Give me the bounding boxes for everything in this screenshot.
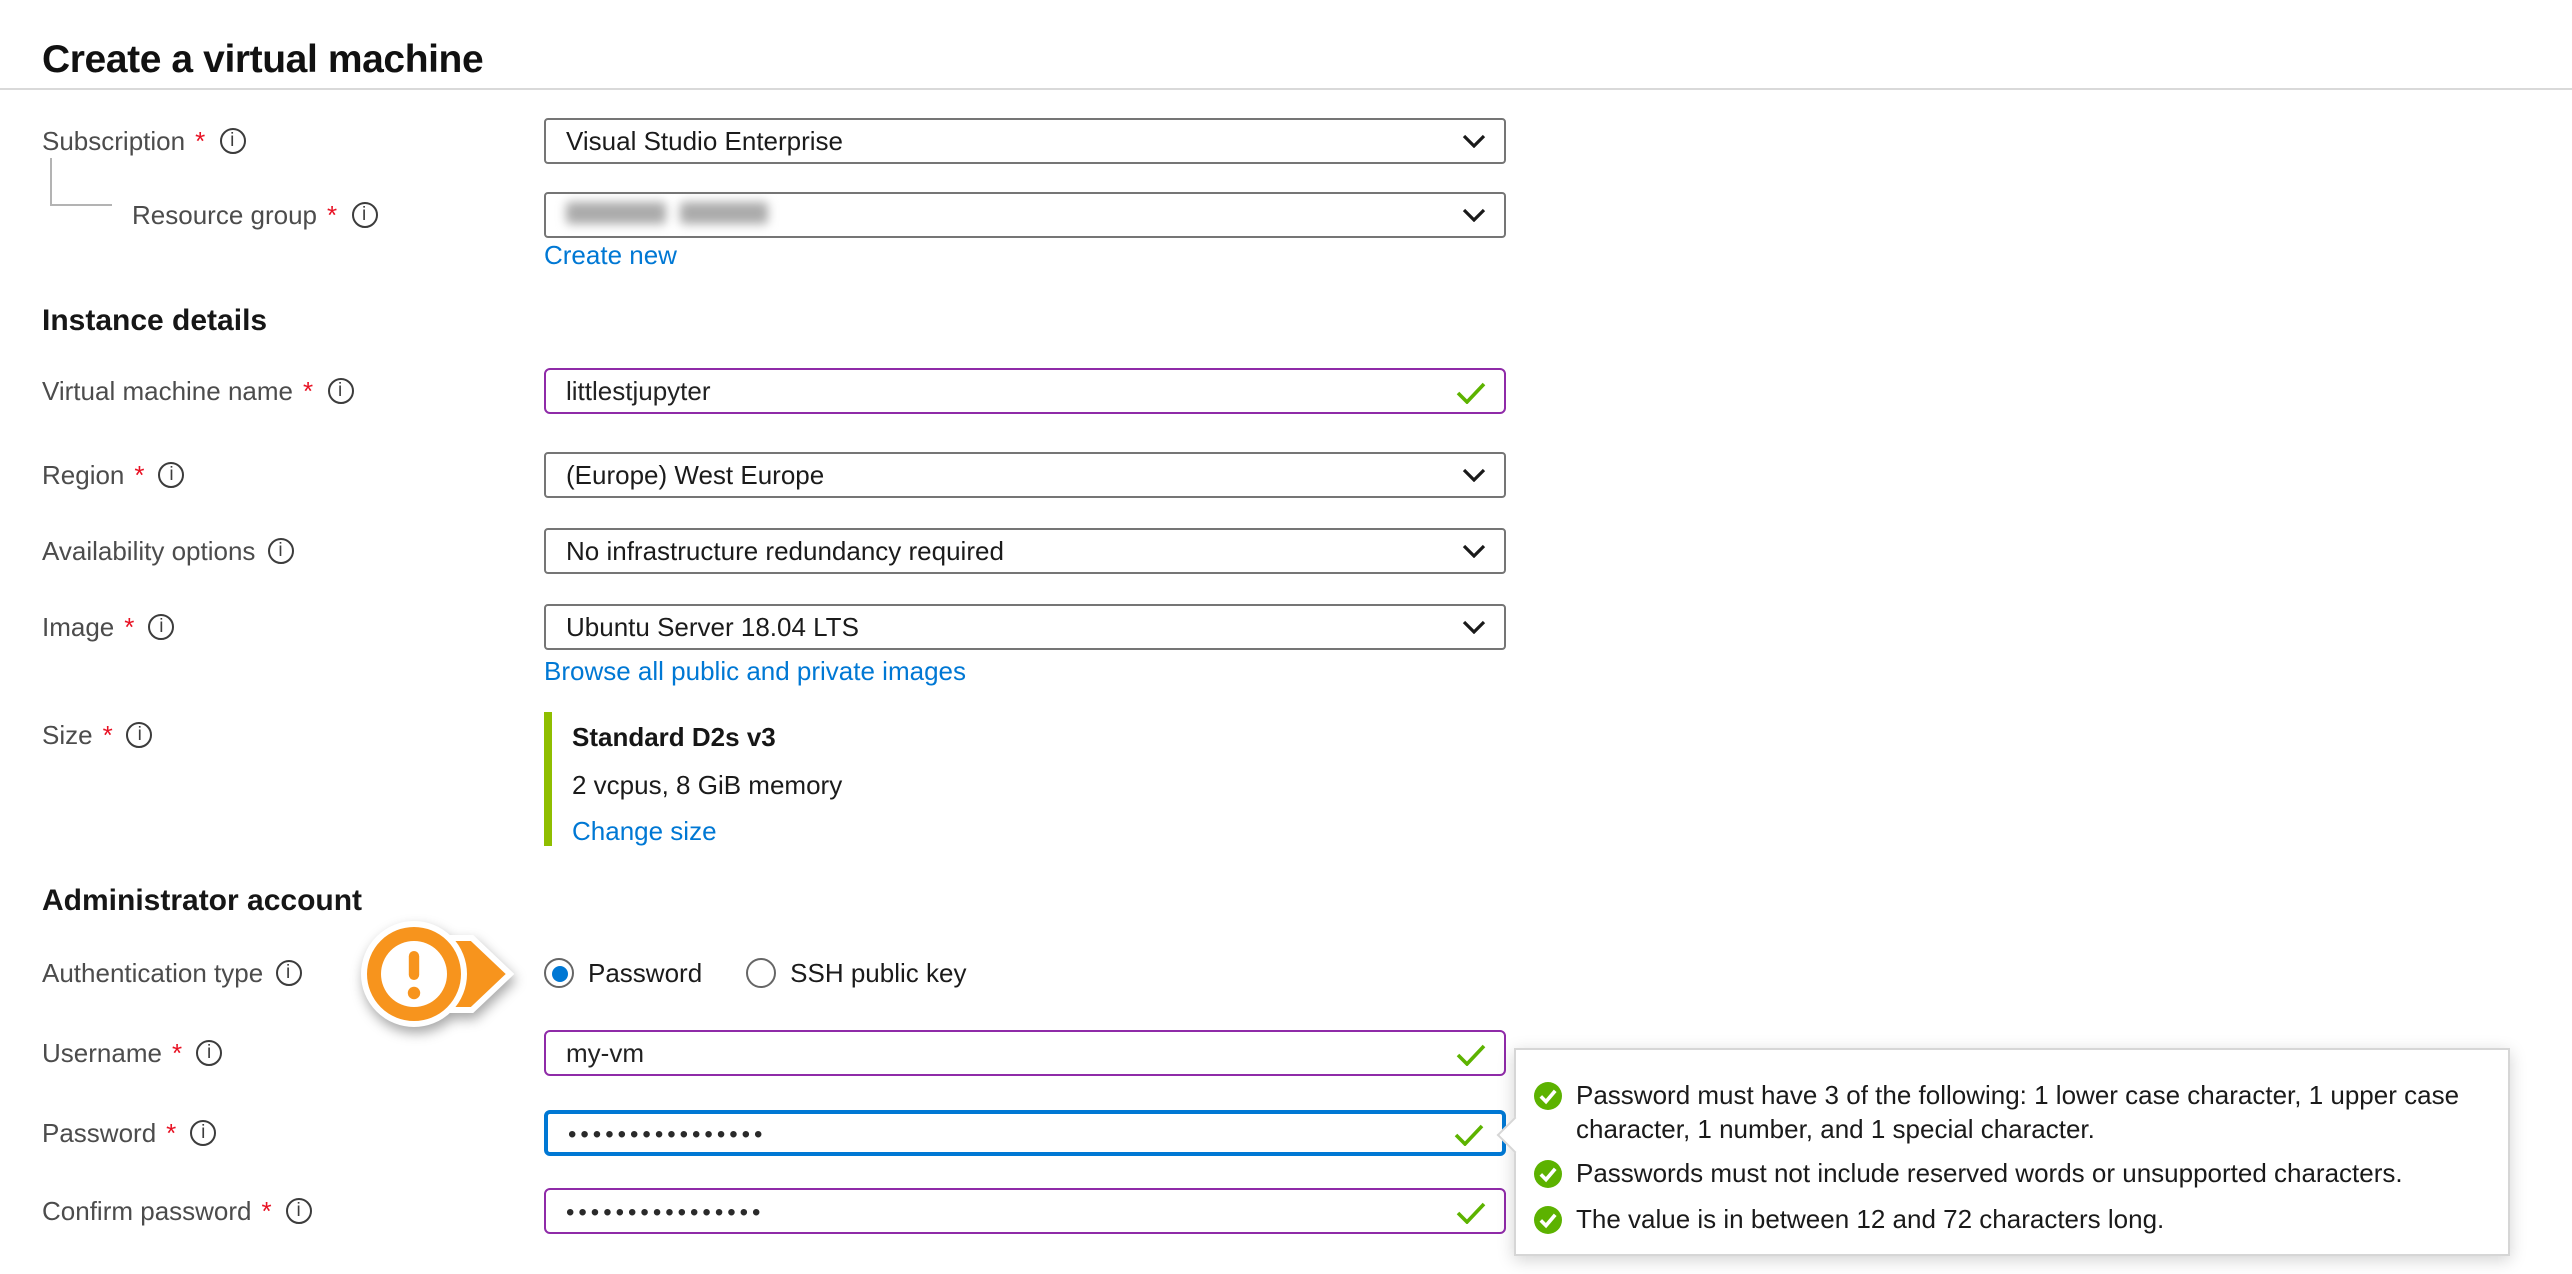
success-check-icon — [1534, 1160, 1562, 1188]
change-size-link[interactable]: Change size — [572, 816, 717, 846]
image-info-icon[interactable]: i — [148, 614, 174, 640]
valid-check-icon — [1456, 381, 1486, 403]
password-validation-tooltip: Password must have 3 of the following: 1… — [1514, 1048, 2510, 1256]
username-value: my-vm — [566, 1038, 644, 1068]
size-name: Standard D2s v3 — [572, 720, 1506, 754]
password-label: Password* i — [42, 1110, 216, 1156]
subscription-value: Visual Studio Enterprise — [566, 126, 843, 156]
username-label: Username* i — [42, 1030, 222, 1076]
required-asterisk: * — [303, 376, 313, 406]
size-info-icon[interactable]: i — [127, 722, 153, 748]
instance-details-heading: Instance details — [42, 304, 267, 338]
success-check-icon — [1534, 1205, 1562, 1233]
region-dropdown[interactable]: (Europe) West Europe — [544, 452, 1506, 498]
radio-icon — [746, 958, 776, 988]
required-asterisk: * — [262, 1196, 272, 1226]
confirm-password-input[interactable]: •••••••••••••••• — [544, 1188, 1506, 1234]
create-new-link[interactable]: Create new — [544, 240, 677, 270]
authentication-type-radio-group: Password SSH public key — [544, 956, 966, 990]
resource-group-dropdown[interactable] — [544, 192, 1506, 238]
availability-options-info-icon[interactable]: i — [267, 538, 293, 564]
required-asterisk: * — [166, 1118, 176, 1148]
valid-check-icon — [1454, 1123, 1484, 1145]
required-asterisk: * — [134, 460, 144, 490]
required-asterisk: * — [172, 1038, 182, 1068]
authentication-type-label: Authentication type i — [42, 950, 301, 996]
region-info-icon[interactable]: i — [159, 462, 185, 488]
radio-option-ssh-public-key[interactable]: SSH public key — [746, 958, 966, 988]
validation-item: Passwords must not include reserved word… — [1534, 1158, 2480, 1191]
radio-option-password[interactable]: Password — [544, 958, 702, 988]
vm-name-info-icon[interactable]: i — [327, 378, 353, 404]
username-input[interactable]: my-vm — [544, 1030, 1506, 1076]
resource-group-info-icon[interactable]: i — [351, 202, 377, 228]
confirm-password-info-icon[interactable]: i — [286, 1198, 312, 1224]
vm-name-input[interactable]: littlestjupyter — [544, 368, 1506, 414]
image-dropdown[interactable]: Ubuntu Server 18.04 LTS — [544, 604, 1506, 650]
image-value: Ubuntu Server 18.04 LTS — [566, 612, 859, 642]
password-input[interactable]: •••••••••••••••• — [544, 1110, 1506, 1156]
chevron-down-icon — [1462, 134, 1486, 148]
tree-connector-horizontal — [50, 204, 112, 206]
username-info-icon[interactable]: i — [196, 1040, 222, 1066]
required-asterisk: * — [195, 126, 205, 156]
authentication-type-info-icon[interactable]: i — [275, 960, 301, 986]
administrator-account-heading: Administrator account — [42, 884, 362, 918]
warning-annotation-icon — [358, 916, 522, 1032]
confirm-password-label: Confirm password* i — [42, 1188, 312, 1234]
page-title: Create a virtual machine — [42, 34, 483, 86]
create-vm-page: Create a virtual machine Subscription* i… — [0, 0, 2572, 1274]
size-summary-block: Standard D2s v3 2 vcpus, 8 GiB memory Ch… — [544, 712, 1506, 846]
confirm-password-masked-value: •••••••••••••••• — [566, 1197, 764, 1225]
image-label: Image* i — [42, 604, 174, 650]
password-masked-value: •••••••••••••••• — [568, 1119, 766, 1147]
availability-options-dropdown[interactable]: No infrastructure redundancy required — [544, 528, 1506, 574]
availability-options-value: No infrastructure redundancy required — [566, 536, 1004, 566]
tree-connector-vertical — [50, 158, 52, 204]
region-label: Region* i — [42, 452, 185, 498]
size-label: Size* i — [42, 712, 153, 758]
required-asterisk: * — [124, 612, 134, 642]
vm-name-label: Virtual machine name* i — [42, 368, 353, 414]
password-info-icon[interactable]: i — [190, 1120, 216, 1146]
availability-options-label: Availability options i — [42, 528, 293, 574]
validation-item: The value is in between 12 and 72 charac… — [1534, 1203, 2480, 1236]
region-value: (Europe) West Europe — [566, 460, 824, 490]
header-divider — [0, 88, 2572, 90]
vm-name-value: littlestjupyter — [566, 376, 711, 406]
valid-check-icon — [1456, 1201, 1486, 1223]
chevron-down-icon — [1462, 208, 1486, 222]
subscription-info-icon[interactable]: i — [219, 128, 245, 154]
resource-group-label: Resource group* i — [132, 192, 377, 238]
valid-check-icon — [1456, 1043, 1486, 1065]
validation-item: Password must have 3 of the following: 1… — [1534, 1080, 2480, 1146]
chevron-down-icon — [1462, 544, 1486, 558]
subscription-dropdown[interactable]: Visual Studio Enterprise — [544, 118, 1506, 164]
subscription-label: Subscription* i — [42, 118, 245, 164]
chevron-down-icon — [1462, 468, 1486, 482]
browse-images-link[interactable]: Browse all public and private images — [544, 656, 966, 686]
success-check-icon — [1534, 1082, 1562, 1110]
radio-icon — [544, 958, 574, 988]
required-asterisk: * — [327, 200, 337, 230]
required-asterisk: * — [103, 720, 113, 750]
chevron-down-icon — [1462, 620, 1486, 634]
size-specs: 2 vcpus, 8 GiB memory — [572, 768, 1506, 802]
resource-group-value-redacted — [566, 200, 768, 230]
